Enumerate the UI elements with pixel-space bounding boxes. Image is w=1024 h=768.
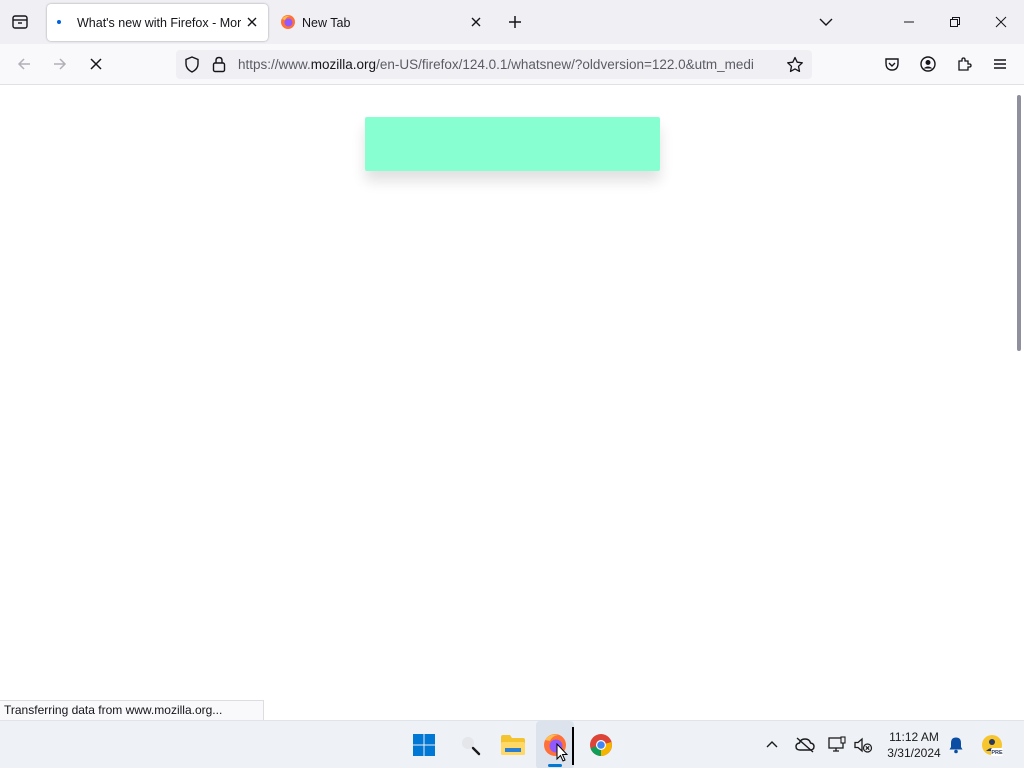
tab-close-button[interactable] (466, 12, 486, 32)
cloud-offline-icon (795, 737, 815, 753)
account-button[interactable] (916, 52, 940, 76)
clock-date: 3/31/2024 (887, 746, 941, 760)
taskbar-clock[interactable]: 11:12 AM 3/31/2024 (878, 729, 950, 761)
back-button[interactable] (12, 52, 36, 76)
text-caret (572, 727, 574, 765)
volume-status[interactable] (850, 721, 876, 768)
tab-strip: What's new with Firefox - More New Tab (0, 0, 1024, 44)
close-icon (995, 16, 1007, 28)
bell-icon (949, 737, 963, 754)
windows-logo-icon (413, 734, 435, 756)
close-icon (471, 17, 481, 27)
arrow-left-icon (17, 58, 30, 70)
minimize-button[interactable] (886, 0, 932, 44)
tab-title: New Tab (302, 15, 351, 30)
address-bar[interactable]: https://www.mozilla.org/en-US/firefox/12… (176, 50, 812, 79)
url-text[interactable]: https://www.mozilla.org/en-US/firefox/12… (238, 50, 776, 79)
url-prefix: https://www. (238, 57, 311, 72)
tab-close-button[interactable] (242, 12, 262, 32)
windows-insider-badge[interactable]: PRE (978, 721, 1006, 768)
vertical-scrollbar[interactable] (1017, 95, 1021, 351)
status-panel: Transferring data from www.mozilla.org..… (0, 700, 264, 720)
bookmark-star-button[interactable] (786, 56, 804, 74)
tab-title: What's new with Firefox - More (77, 15, 241, 30)
hamburger-menu-icon (994, 59, 1006, 69)
active-indicator (548, 764, 562, 767)
pocket-button[interactable] (880, 52, 904, 76)
speaker-muted-icon (854, 737, 873, 753)
account-icon (920, 56, 936, 72)
search-button[interactable] (452, 721, 488, 768)
close-window-button[interactable] (978, 0, 1024, 44)
minimize-icon (904, 21, 914, 23)
stop-icon (90, 58, 102, 70)
lock-icon[interactable] (212, 56, 226, 73)
forward-button[interactable] (48, 52, 72, 76)
svg-text:PRE: PRE (991, 750, 1003, 756)
arrow-right-icon (54, 58, 67, 70)
close-icon (247, 17, 257, 27)
onedrive-status[interactable] (792, 721, 818, 768)
extensions-button[interactable] (952, 52, 976, 76)
pocket-icon (885, 58, 899, 71)
tracking-protection-icon[interactable] (184, 56, 200, 73)
navigation-toolbar: https://www.mozilla.org/en-US/firefox/12… (0, 44, 1024, 85)
tab-new-tab[interactable]: New Tab (272, 4, 494, 41)
stop-loading-button[interactable] (84, 52, 108, 76)
chrome-taskbar-button[interactable] (582, 721, 620, 768)
puzzle-icon (958, 57, 972, 71)
page-banner (365, 117, 660, 171)
network-icon (828, 736, 846, 752)
tab-whats-new[interactable]: What's new with Firefox - More (47, 4, 268, 41)
network-status[interactable] (824, 721, 850, 768)
firefox-view-icon (12, 15, 28, 29)
new-tab-button[interactable] (503, 10, 527, 34)
star-icon (787, 56, 803, 73)
page-content: Transferring data from www.mozilla.org..… (0, 85, 1024, 720)
mouse-pointer (556, 742, 569, 763)
restore-icon (950, 17, 960, 27)
cursor-icon (556, 742, 569, 762)
firefox-taskbar-button[interactable] (536, 721, 574, 768)
chevron-down-icon (819, 18, 833, 26)
firefox-favicon-icon (280, 14, 296, 30)
folder-icon (501, 735, 525, 755)
clock-time: 11:12 AM (889, 730, 939, 744)
chrome-logo-icon (590, 734, 612, 756)
insider-pre-icon: PRE (982, 735, 1003, 756)
screen: What's new with Firefox - More New Tab h… (0, 0, 1024, 768)
notifications-button[interactable] (944, 721, 968, 768)
plus-icon (509, 16, 521, 28)
show-hidden-icons-button[interactable] (760, 721, 784, 768)
firefox-view-button[interactable] (8, 10, 32, 34)
url-path: /en-US/firefox/124.0.1/whatsnew/?oldvers… (376, 57, 754, 72)
url-host: mozilla.org (310, 57, 377, 72)
loading-dot-icon (57, 20, 61, 24)
restore-button[interactable] (932, 0, 978, 44)
start-button[interactable] (406, 721, 442, 768)
file-explorer-button[interactable] (494, 721, 532, 768)
search-icon (462, 737, 481, 756)
list-all-tabs-button[interactable] (814, 10, 838, 34)
chevron-up-icon (766, 741, 778, 748)
app-menu-button[interactable] (988, 52, 1012, 76)
windows-taskbar: 11:12 AM 3/31/2024 PRE (0, 720, 1024, 768)
